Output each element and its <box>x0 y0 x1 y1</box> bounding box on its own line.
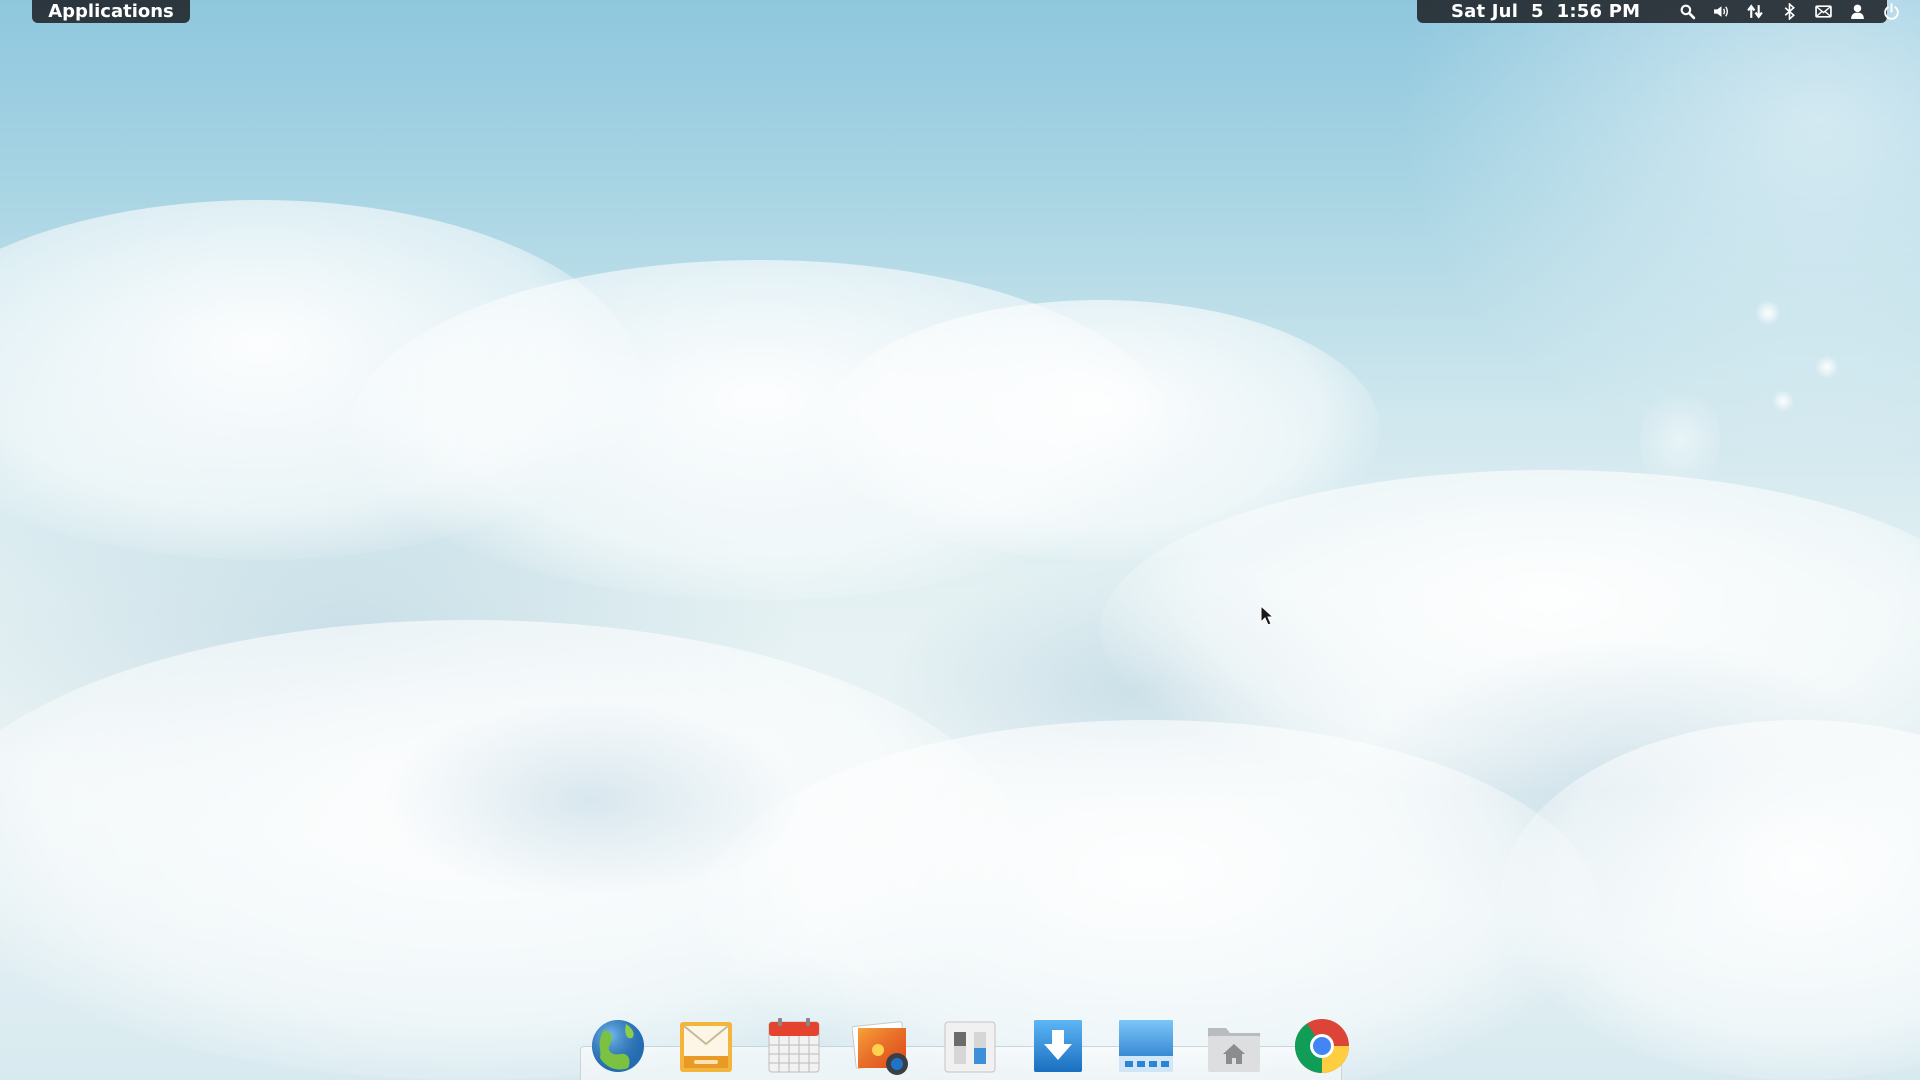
mouse-cursor-icon <box>1260 605 1274 626</box>
search-icon[interactable] <box>1678 2 1697 21</box>
dock-item-photos[interactable] <box>852 1016 912 1080</box>
dock-item-app-center[interactable] <box>1028 1016 1088 1080</box>
clock[interactable]: Sat Jul 5 1:56 PM <box>1451 0 1640 23</box>
power-icon[interactable] <box>1882 2 1901 21</box>
desktop[interactable]: Applications Sat Jul 5 1:56 PM <box>0 0 1920 1080</box>
dock-item-calendar[interactable] <box>764 1016 824 1080</box>
chrome-icon <box>1295 1019 1349 1073</box>
photo-camera-icon <box>852 1021 908 1075</box>
home-folder-icon <box>1208 1028 1260 1072</box>
calendar-icon <box>768 1018 820 1073</box>
dock <box>588 1004 1364 1080</box>
dock-item-system-settings[interactable] <box>940 1016 1000 1080</box>
dock-item-google-chrome[interactable] <box>1280 1016 1364 1080</box>
top-panel-tray: Sat Jul 5 1:56 PM <box>1417 0 1900 23</box>
messages-icon[interactable] <box>1814 2 1833 21</box>
mail-icon <box>680 1022 732 1072</box>
applications-menu-button[interactable]: Applications <box>32 0 190 23</box>
workspace-icon <box>1119 1020 1173 1072</box>
dock-item-multitasking[interactable] <box>1116 1016 1176 1080</box>
indicator-area <box>1678 2 1901 21</box>
dock-item-mail[interactable] <box>676 1016 736 1080</box>
bluetooth-icon[interactable] <box>1780 2 1799 21</box>
globe-icon <box>592 1020 644 1072</box>
toggles-icon <box>944 1021 996 1073</box>
user-icon[interactable] <box>1848 2 1867 21</box>
dock-item-web-browser[interactable] <box>588 1016 648 1080</box>
volume-icon[interactable] <box>1712 2 1731 21</box>
download-icon <box>1034 1020 1082 1072</box>
network-icon[interactable] <box>1746 2 1765 21</box>
dock-item-files[interactable] <box>1204 1016 1264 1080</box>
